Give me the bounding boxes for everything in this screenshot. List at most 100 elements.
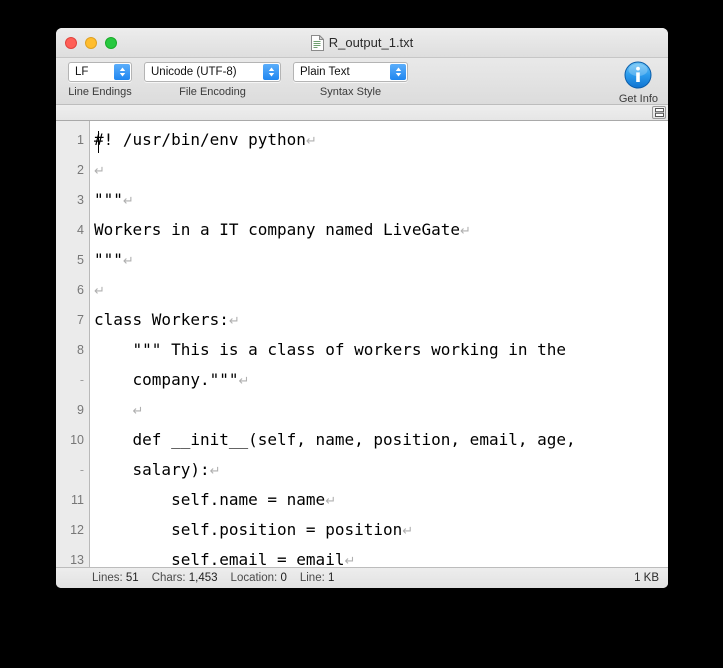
code-line[interactable]: """↵ [94,245,668,275]
code-line[interactable]: self.email = email↵ [94,545,668,567]
file-encoding-caption: File Encoding [179,86,246,98]
toolbar: LF Line Endings Unicode (UTF-8) File Enc… [56,58,668,105]
line-number: 12 [70,523,84,537]
code-line[interactable]: def __init__(self, name, position, email… [94,425,668,455]
code-line[interactable]: class Workers:↵ [94,305,668,335]
status-field-label: Location: [230,572,278,584]
line-ending-glyph: ↵ [344,554,356,567]
editor-ruler-strip [56,105,668,121]
line-ending-glyph: ↵ [402,524,414,539]
line-ending-glyph: ↵ [228,314,240,329]
code-line[interactable]: self.position = position↵ [94,515,668,545]
line-number: 10 [70,433,84,447]
line-ending-glyph: ↵ [122,254,134,269]
line-ending-glyph: ↵ [325,494,337,509]
line-ending-glyph: ↵ [94,164,105,179]
file-size-label: 1 KB [634,572,659,584]
chevron-updown-icon [390,64,406,80]
status-field: Line: 1 [300,572,335,584]
line-ending-glyph: ↵ [305,134,317,149]
code-line-text: company.""" [94,370,239,389]
line-number: 5 [77,253,84,267]
chevron-updown-icon [263,64,279,80]
window-controls [65,28,117,58]
code-line[interactable]: """ This is a class of workers working i… [94,335,668,365]
minimize-button[interactable] [85,37,97,49]
syntax-style-control: Plain Text Syntax Style [293,62,408,98]
status-field-value: 1,453 [188,572,218,584]
line-ending-glyph: ↵ [238,374,250,389]
file-encoding-control: Unicode (UTF-8) File Encoding [144,62,281,98]
text-editor-window: R_output_1.txt LF Line Endings Unicode (… [56,28,668,588]
status-field-label: Chars: [151,572,186,584]
close-button[interactable] [65,37,77,49]
line-endings-caption: Line Endings [68,86,132,98]
window-title: R_output_1.txt [328,35,414,50]
syntax-style-value: Plain Text [300,66,350,78]
line-number: 8 [77,343,84,357]
file-encoding-value: Unicode (UTF-8) [151,66,237,78]
line-number: 1 [77,133,84,147]
status-fields: Lines: 51 Chars: 1,453 Location: 0 Line: 1 [92,572,334,584]
line-number: 13 [70,553,84,567]
status-field: Lines: 51 [92,572,139,584]
line-number: 11 [71,493,84,507]
code-line-text: class Workers: [94,310,229,329]
line-number: 6 [77,283,84,297]
line-ending-glyph: ↵ [460,224,471,239]
line-number: 4 [77,223,84,237]
get-info-caption: Get Info [618,93,658,105]
line-endings-control: LF Line Endings [68,62,132,98]
code-line[interactable]: #! /usr/bin/env python↵ [94,125,668,155]
code-line-text: self.name = name [94,490,326,509]
code-line-text: def __init__(self, name, position, email… [94,430,576,449]
line-ending-glyph: ↵ [122,194,134,209]
line-ending-glyph: ↵ [209,464,221,479]
status-field-label: Line: [299,572,325,584]
syntax-style-caption: Syntax Style [319,86,382,98]
status-field-value: 0 [280,572,287,584]
line-number-continuation: - [79,373,84,387]
code-line[interactable]: ↵ [94,155,668,185]
split-view-icon[interactable] [652,106,666,119]
status-field: Location: 0 [231,572,287,584]
line-number-continuation: - [79,463,84,477]
code-line[interactable]: self.name = name↵ [94,485,668,515]
line-endings-popup[interactable]: LF [68,62,132,82]
line-number: 3 [77,193,84,207]
line-endings-value: LF [75,66,89,78]
status-field-value: 51 [125,572,139,584]
title-group: R_output_1.txt [56,28,668,58]
code-text-area[interactable]: #! /usr/bin/env python↵ ↵ """↵ Workers in a… [90,121,668,567]
code-line-text: """ [94,250,123,269]
code-line[interactable]: ↵ [94,275,668,305]
code-line[interactable]: company."""↵ [94,365,668,395]
code-line-text: self.email = email [94,550,345,567]
line-number: 7 [77,313,84,327]
file-encoding-popup[interactable]: Unicode (UTF-8) [144,62,281,82]
get-info-button[interactable]: Get Info [619,61,658,105]
code-line[interactable]: salary):↵ [94,455,668,485]
info-icon [624,61,652,89]
text-caret [98,131,99,153]
line-number-gutter: 1 2 3 4 5 6 7 8-9 10-11 12 13 [56,121,90,567]
line-number: 2 [77,163,84,177]
editor-area[interactable]: 1 2 3 4 5 6 7 8-9 10-11 12 13 #! /usr/bin/env pyth… [56,121,668,567]
code-line-text: salary): [94,460,210,479]
window-title-bar[interactable]: R_output_1.txt [56,28,668,58]
status-field-label: Lines: [92,572,123,584]
status-field-value: 1 [327,572,335,584]
code-line[interactable]: """↵ [94,185,668,215]
document-icon [310,34,324,51]
syntax-style-popup[interactable]: Plain Text [293,62,408,82]
zoom-button[interactable] [105,37,117,49]
code-line-text: Workers in a IT company named LiveGate [94,220,461,239]
line-ending-glyph: ↵ [132,404,144,419]
code-line[interactable]: ↵ [94,395,668,425]
code-line-text: #! /usr/bin/env python [94,130,306,149]
code-line[interactable]: Workers in a IT company named LiveGate↵ [94,215,668,245]
chevron-updown-icon [114,64,130,80]
code-line-text: """ [94,190,123,209]
status-bar: Lines: 51 Chars: 1,453 Location: 0 Line: 1 … [56,567,668,588]
